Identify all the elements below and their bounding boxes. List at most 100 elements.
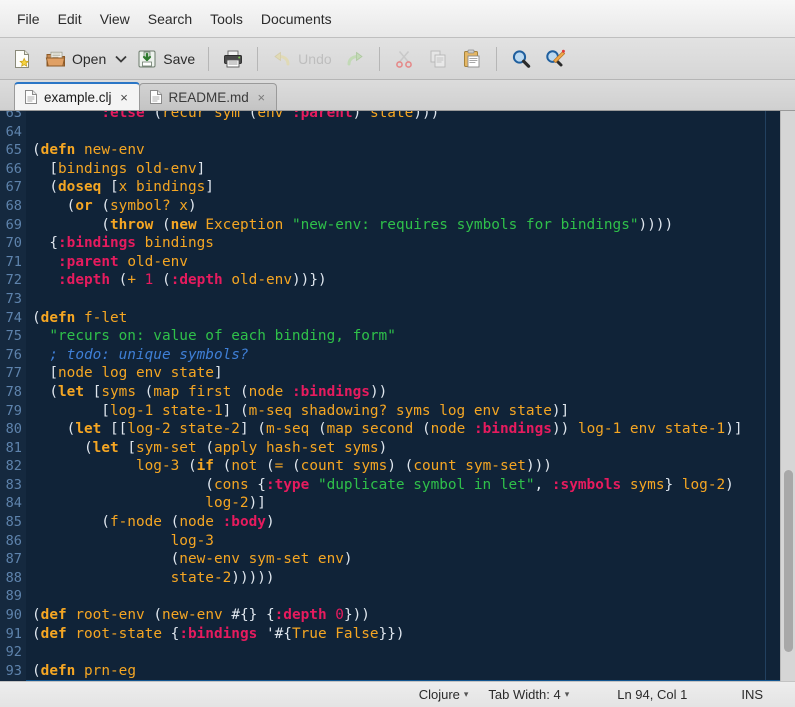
tab-close-icon[interactable]: × [118,90,131,105]
code-line[interactable]: 78 (let [syms (map first (node :bindings… [0,382,780,402]
token-num: 0 [335,607,344,624]
code-line[interactable]: 63 :else (recur sym (env :parent) state)… [0,111,780,123]
code-line[interactable]: 74 (defn f-let [0,308,780,328]
code-line[interactable]: 67 (doseq [x bindings] [0,178,780,197]
code-line[interactable]: 89 [0,587,780,607]
code-line[interactable]: 73 [0,289,780,309]
token-kw: :symbols [551,476,622,493]
token-punc: ( [32,421,76,438]
tab-width-selector[interactable]: Tab Width: 4 ▾ [478,687,579,702]
vertical-scrollbar[interactable] [780,111,795,681]
token-def: or [75,197,93,214]
code-line[interactable]: 71 :parent old-env [0,252,780,272]
line-number: 82 [0,457,26,476]
code-line[interactable]: 94 [& args] [0,680,780,681]
token-sym: old-env [231,272,292,289]
code-line[interactable]: 66 [bindings old-env] [0,159,780,179]
token-sym: bindings [144,235,214,252]
code-line[interactable]: 90 (def root-env (new-env #{} {:depth 0})… [0,606,780,625]
code-line[interactable]: 81 (let [sym-set (apply hash-set syms) [0,438,780,458]
scrollbar-thumb[interactable] [784,470,793,653]
open-dropdown-button[interactable] [113,42,129,76]
menu-documents[interactable]: Documents [252,7,341,31]
new-document-button[interactable] [6,42,38,76]
print-button[interactable] [217,42,249,76]
redo-button[interactable] [339,42,371,76]
token-punc: '#{ [257,625,292,642]
code-line[interactable]: 88 state-2))))) [0,568,780,588]
token-punc: ( [32,383,58,400]
paste-button[interactable] [456,42,488,76]
token-kw: :parent [291,111,353,121]
code-line[interactable]: 64 [0,122,780,142]
code-line[interactable]: 91 (def root-state {:bindings '#{True Fal… [0,624,780,644]
cursor-position-label: Ln 94, Col 1 [617,687,688,702]
line-number: 89 [0,587,26,607]
code-line[interactable]: 86 log-3 [0,531,780,551]
clipboard-paste-icon [461,48,483,70]
open-button[interactable]: Open [40,42,111,76]
code-line[interactable]: 93 (defn prn-eg [0,661,780,681]
copy-button[interactable] [422,42,454,76]
toolbar-separator-1 [208,46,210,71]
token-punc: ) [187,197,197,214]
code-line[interactable]: 76 ; todo: unique symbols? [0,345,780,365]
editor-area: 63 :else (recur sym (env :parent) state)… [0,111,795,681]
line-number: 91 [0,624,26,644]
menu-search[interactable]: Search [139,7,201,31]
code-line[interactable]: 79 [log-1 state-1] (m-seq shadowing? sym… [0,401,780,421]
line-number: 81 [0,438,26,458]
token-sym: log-2 state-2 [127,421,240,438]
chevron-down-icon: ▾ [564,689,570,699]
source-view[interactable]: 63 :else (recur sym (env :parent) state)… [0,111,780,681]
tab-close-icon[interactable]: × [255,90,268,105]
file-icon [24,89,38,105]
replace-button[interactable] [539,42,571,76]
undo-button[interactable]: Undo [266,42,336,76]
menu-view[interactable]: View [91,7,139,31]
code-line[interactable]: 87 (new-env sym-set env) [0,550,780,569]
code-line[interactable]: 68 (or (symbol? x) [0,196,780,216]
open-folder-icon [45,48,67,70]
code-line[interactable]: 65 (defn new-env [0,141,780,160]
code-line[interactable]: 72 :depth (+ 1 (:depth old-env))}) [0,271,780,290]
code-line[interactable]: 77 [node log env state] [0,364,780,383]
code-line[interactable]: 80 (let [[log-2 state-2] (m-seq (map sec… [0,420,780,439]
token-punc: ( [205,439,214,456]
code-line[interactable]: 75 "recurs on: value of each binding, fo… [0,327,780,346]
save-button[interactable]: Save [131,42,200,76]
language-selector[interactable]: Clojure ▾ [409,687,479,702]
menu-edit[interactable]: Edit [49,7,91,31]
code-line-text: (or (symbol? x) [26,197,197,216]
token-punc: ( [292,458,301,475]
menu-file[interactable]: File [8,7,49,31]
cut-button[interactable] [388,42,420,76]
token-punc: ( [162,272,171,289]
token-sym: f-let [84,309,128,326]
token-punc: )))) [638,216,674,233]
token-sym: x bindings [118,179,206,196]
token-punc: )] [725,421,743,438]
find-button[interactable] [505,42,537,76]
token-sym: not [231,458,258,475]
code-line[interactable]: 82 log-3 (if (not (= (count syms) (count… [0,457,780,476]
menu-tools[interactable]: Tools [201,7,252,31]
code-line[interactable]: 70 {:bindings bindings [0,234,780,253]
tab-example-clj[interactable]: example.clj × [14,82,140,110]
code-line[interactable]: 85 (f-node (node :body) [0,513,780,532]
token-sym: bindings old-env [58,160,197,177]
code-line[interactable]: 84 log-2)] [0,494,780,514]
tab-readme-md[interactable]: README.md × [138,83,277,110]
token-punc: ( [421,421,431,438]
code-line[interactable]: 92 [0,643,780,662]
code-line[interactable]: 83 (cons {:type "duplicate symbol in let… [0,475,780,495]
code-line[interactable]: 69 (throw (new Exception "new-env: requi… [0,215,780,235]
